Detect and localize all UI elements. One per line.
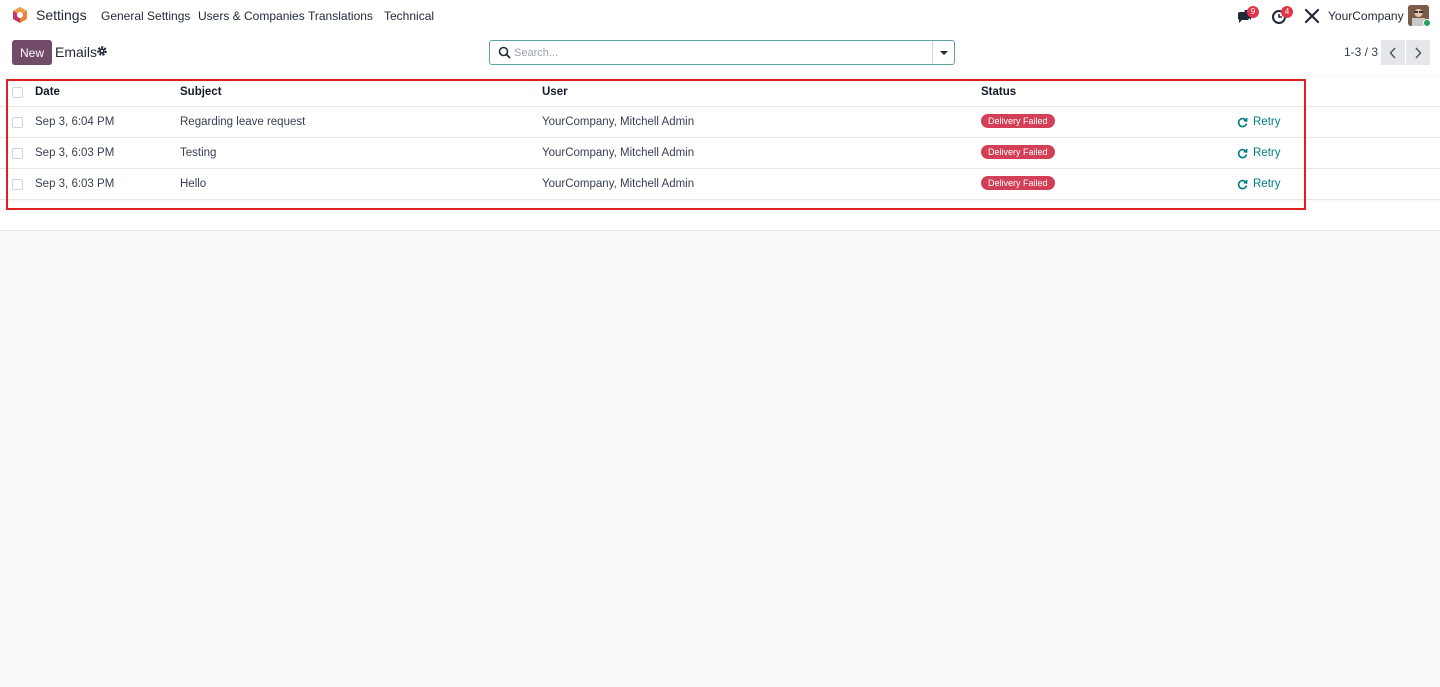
new-button[interactable]: New [12, 40, 52, 65]
table-empty-area [0, 202, 1440, 230]
row-checkbox[interactable] [12, 179, 23, 190]
pager-previous-button[interactable] [1381, 40, 1405, 65]
status-badge: Delivery Failed [981, 145, 1055, 159]
pager-value[interactable]: 1-3 / 3 [1344, 45, 1378, 59]
select-all-checkbox[interactable] [12, 87, 23, 98]
column-header-subject[interactable]: Subject [180, 86, 222, 98]
retry-label: Retry [1253, 116, 1281, 128]
retry-label: Retry [1253, 178, 1281, 190]
cell-date: Sep 3, 6:03 PM [35, 178, 115, 190]
search-options-toggle[interactable] [932, 41, 954, 64]
refresh-icon [1237, 179, 1248, 189]
chevron-left-icon [1389, 47, 1396, 58]
menu-translations[interactable]: Translations [308, 9, 373, 23]
retry-label: Retry [1253, 147, 1281, 159]
retry-button[interactable]: Retry [1237, 147, 1280, 159]
row-checkbox[interactable] [12, 148, 23, 159]
column-header-user[interactable]: User [542, 86, 568, 98]
company-switcher[interactable]: YourCompany [1328, 9, 1404, 23]
chevron-right-icon [1415, 47, 1422, 58]
cell-subject: Regarding leave request [180, 116, 306, 128]
cell-user: YourCompany, Mitchell Admin [542, 147, 695, 159]
gear-icon[interactable] [96, 45, 108, 57]
status-badge: Delivery Failed [981, 176, 1055, 190]
app-logo-icon[interactable] [11, 6, 29, 24]
cell-subject: Hello [180, 178, 207, 190]
refresh-icon [1237, 148, 1248, 158]
cell-user: YourCompany, Mitchell Admin [542, 178, 695, 190]
cell-subject: Testing [180, 147, 217, 159]
app-name[interactable]: Settings [36, 7, 87, 23]
search-input[interactable] [514, 43, 919, 62]
table-row[interactable]: Sep 3, 6:04 PM Regarding leave request Y… [0, 107, 1440, 138]
table-header: Date Subject User Status [0, 78, 1440, 107]
status-badge: Delivery Failed [981, 114, 1055, 128]
emails-list-table: Date Subject User Status Sep 3, 6:04 PM … [0, 78, 1440, 200]
cell-date: Sep 3, 6:03 PM [35, 147, 115, 159]
menu-general-settings[interactable]: General Settings [101, 9, 190, 23]
cell-date: Sep 3, 6:04 PM [35, 116, 115, 128]
search-bar[interactable] [489, 40, 955, 65]
row-checkbox[interactable] [12, 117, 23, 128]
top-navbar: Settings General Settings Users & Compan… [0, 0, 1440, 31]
online-status-dot [1423, 19, 1431, 27]
menu-technical[interactable]: Technical [384, 9, 434, 23]
column-header-date[interactable]: Date [35, 86, 60, 98]
refresh-icon [1237, 117, 1248, 127]
messages-count-badge: 9 [1247, 6, 1259, 18]
table-divider [0, 230, 1440, 231]
menu-users-companies[interactable]: Users & Companies [198, 9, 305, 23]
activities-count-badge: 4 [1281, 6, 1293, 18]
retry-button[interactable]: Retry [1237, 178, 1280, 190]
cell-user: YourCompany, Mitchell Admin [542, 116, 695, 128]
tools-icon[interactable] [1303, 7, 1321, 25]
page-title: Emails [55, 44, 98, 60]
table-row[interactable]: Sep 3, 6:03 PM Testing YourCompany, Mitc… [0, 138, 1440, 169]
retry-button[interactable]: Retry [1237, 116, 1280, 128]
column-header-status[interactable]: Status [981, 86, 1016, 98]
table-row[interactable]: Sep 3, 6:03 PM Hello YourCompany, Mitche… [0, 169, 1440, 200]
search-icon [498, 46, 511, 59]
control-panel: New Emails 1-3 / 3 [0, 31, 1440, 75]
pager-next-button[interactable] [1406, 40, 1430, 65]
